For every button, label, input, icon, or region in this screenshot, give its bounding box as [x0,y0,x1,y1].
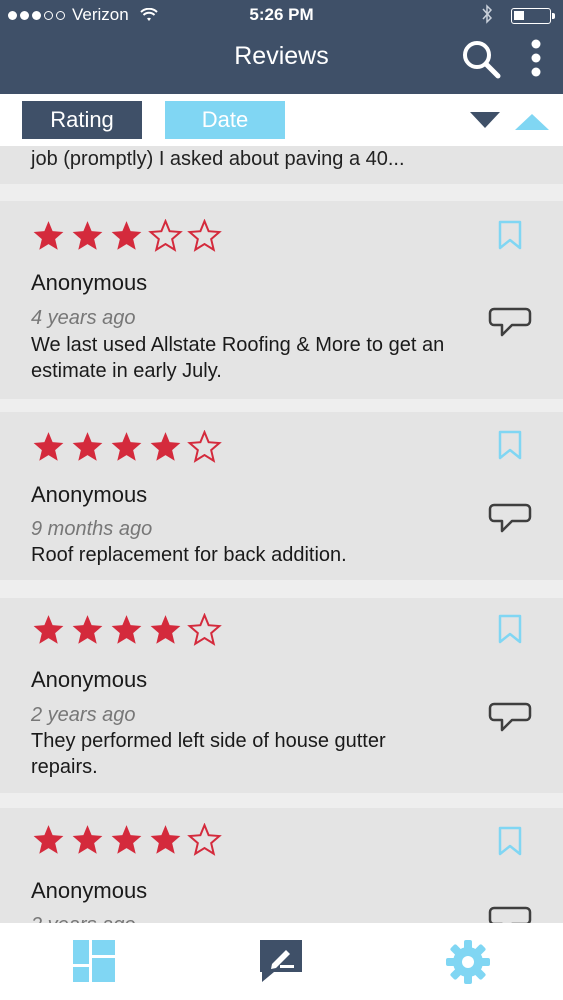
bookmark-icon[interactable] [497,430,523,460]
bookmark-icon[interactable] [497,220,523,250]
review-date: 9 months ago [31,518,153,540]
sort-bar: Rating Date [0,94,563,146]
review-date: 2 years ago [31,914,136,923]
battery-icon [511,8,555,24]
review-body: We last used Allstate Roofing & More to … [31,334,445,382]
review-body: job (promptly) I asked about paving a 40… [31,148,405,170]
review-card[interactable]: Anonymous 2 years ago [0,808,563,923]
comment-icon[interactable] [488,701,532,733]
bluetooth-icon [482,4,493,24]
review-card[interactable]: Anonymous 9 months ago Roof replacement … [0,412,563,580]
star-filled-icon [72,615,103,644]
comment-icon[interactable] [488,306,532,338]
comment-icon[interactable] [488,502,532,534]
star-filled-icon [72,432,103,461]
status-time: 5:26 PM [249,5,314,24]
star-empty-icon [148,219,183,252]
star-filled-icon [111,221,142,250]
write-review-icon[interactable] [258,938,304,984]
sort-by-date-button[interactable]: Date [165,101,285,139]
sort-descending-icon[interactable] [470,110,500,130]
star-rating [31,823,222,857]
review-author: Anonymous [31,878,148,903]
gear-icon[interactable] [445,939,491,985]
review-date: 2 years ago [31,704,136,726]
star-empty-icon [187,430,222,463]
reviews-list[interactable]: job (promptly) I asked about paving a 40… [0,146,563,923]
star-filled-icon [72,221,103,250]
sort-by-rating-button[interactable]: Rating [22,101,142,139]
comment-icon[interactable] [488,905,532,923]
star-rating [31,430,222,464]
more-vertical-icon[interactable] [524,38,548,80]
review-card[interactable]: Anonymous 4 years ago We last used Allst… [0,201,563,399]
star-filled-icon [150,825,181,854]
star-rating [31,219,222,253]
star-filled-icon [33,432,64,461]
star-filled-icon [111,615,142,644]
star-filled-icon [111,825,142,854]
review-author: Anonymous [31,270,148,295]
review-author: Anonymous [31,482,148,507]
star-filled-icon [150,432,181,461]
review-body: They performed left side of house gutter… [31,730,386,778]
star-filled-icon [33,615,64,644]
star-empty-icon [187,823,222,856]
star-filled-icon [72,825,103,854]
review-card[interactable]: job (promptly) I asked about paving a 40… [0,146,563,184]
review-card[interactable]: Anonymous 2 years ago They performed lef… [0,598,563,793]
bookmark-icon[interactable] [497,826,523,856]
review-date: 4 years ago [31,307,136,329]
app-header: Verizon 5:26 PM Reviews [0,0,563,94]
star-filled-icon [33,825,64,854]
star-filled-icon [150,615,181,644]
review-author: Anonymous [31,667,148,692]
star-empty-icon [187,219,222,252]
star-empty-icon [187,613,222,646]
star-rating [31,613,222,647]
star-filled-icon [33,221,64,250]
dashboard-icon[interactable] [72,939,116,983]
bottom-tab-bar [0,923,563,1000]
star-filled-icon [111,432,142,461]
search-icon[interactable] [460,38,502,80]
sort-ascending-icon[interactable] [515,112,549,132]
status-bar: Verizon 5:26 PM [0,0,563,30]
review-body: Roof replacement for back addition. [31,544,347,566]
bookmark-icon[interactable] [497,614,523,644]
